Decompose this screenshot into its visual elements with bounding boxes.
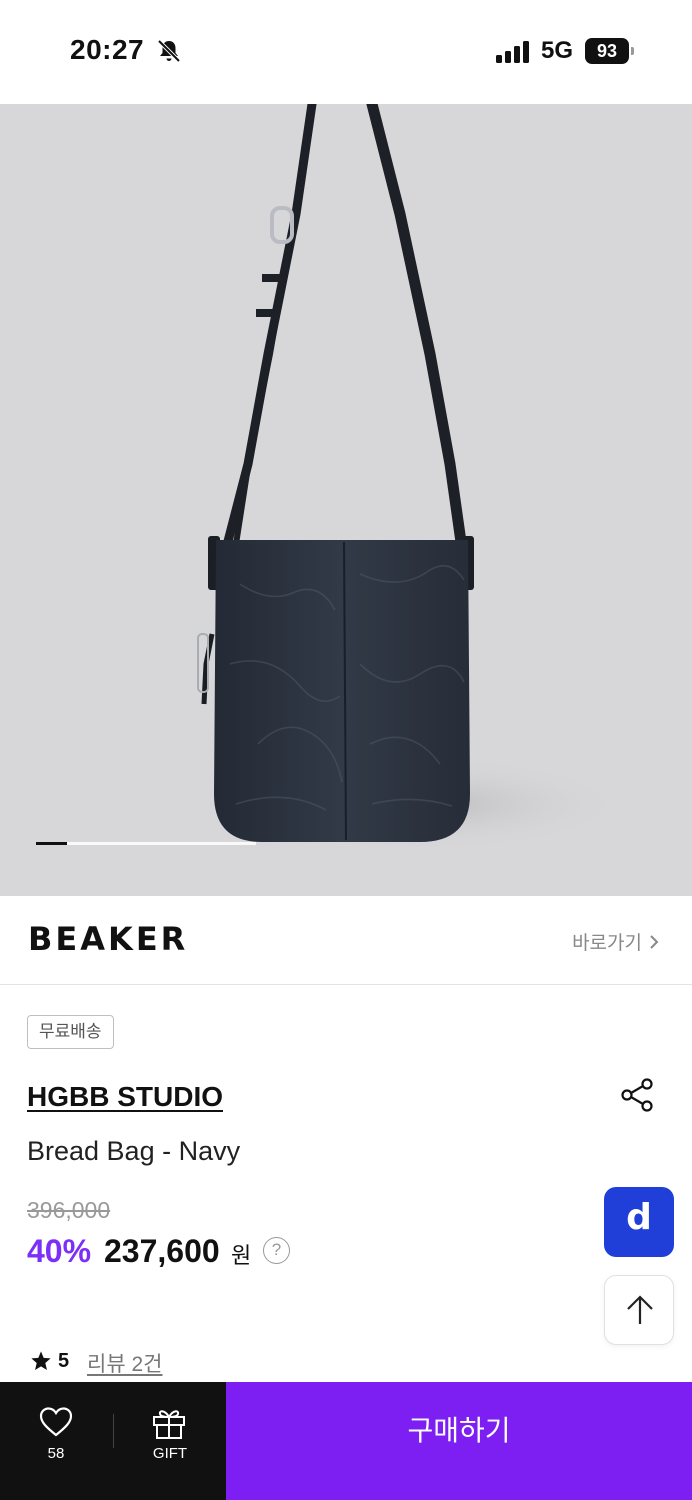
star-icon bbox=[31, 1351, 51, 1370]
shortcut-link[interactable]: 바로가기 bbox=[572, 928, 660, 955]
review-link[interactable]: 리뷰 2건 bbox=[87, 1348, 162, 1378]
bag-illustration bbox=[197, 104, 630, 852]
product-brand-link[interactable]: HGBB STUDIO bbox=[27, 1081, 223, 1113]
bottom-action-bar: 58 GIFT 구매하기 bbox=[0, 1382, 692, 1500]
gift-icon bbox=[153, 1410, 185, 1439]
arrow-up-icon bbox=[627, 1295, 653, 1324]
battery-nub bbox=[631, 47, 634, 55]
sale-price: 237,600 bbox=[104, 1233, 220, 1269]
rating-value: 5 bbox=[58, 1350, 70, 1372]
status-time: 20:27 bbox=[70, 34, 145, 65]
status-bar: 20:27 5G 93 bbox=[0, 0, 692, 104]
shortcut-label: 바로가기 bbox=[572, 933, 642, 954]
price-help-icon[interactable]: ? bbox=[263, 1237, 290, 1264]
scroll-top-button[interactable] bbox=[604, 1275, 674, 1345]
battery-icon: 93 bbox=[585, 38, 629, 64]
currency-unit: 원 bbox=[231, 1243, 252, 1268]
d-shortcut-button[interactable]: d bbox=[604, 1187, 674, 1257]
like-count: 58 bbox=[47, 1445, 65, 1462]
like-button[interactable]: 58 bbox=[0, 1382, 112, 1500]
share-icon[interactable] bbox=[619, 1077, 655, 1113]
bell-muted-icon bbox=[157, 39, 181, 63]
buy-button[interactable]: 구매하기 bbox=[226, 1382, 692, 1500]
store-brand-bar: BEAKER 바로가기 bbox=[0, 896, 692, 985]
discount-rate: 40% bbox=[27, 1233, 92, 1269]
image-progress-track bbox=[36, 842, 256, 845]
network-label: 5G bbox=[541, 37, 574, 64]
product-image[interactable] bbox=[0, 104, 692, 896]
free-shipping-badge: 무료배송 bbox=[27, 1015, 114, 1049]
bottom-left-actions: 58 GIFT bbox=[0, 1382, 226, 1500]
d-logo-icon: d bbox=[626, 1197, 652, 1238]
original-price: 396,000 bbox=[27, 1197, 111, 1223]
gift-label: GIFT bbox=[152, 1445, 188, 1462]
product-name: Bread Bag - Navy bbox=[27, 1136, 241, 1166]
heart-icon bbox=[39, 1407, 73, 1437]
image-progress-fill bbox=[36, 842, 67, 845]
chevron-right-icon bbox=[650, 934, 659, 949]
beaker-logo[interactable]: BEAKER bbox=[28, 920, 188, 958]
signal-icon bbox=[496, 41, 529, 63]
gift-button[interactable]: GIFT bbox=[114, 1382, 226, 1500]
